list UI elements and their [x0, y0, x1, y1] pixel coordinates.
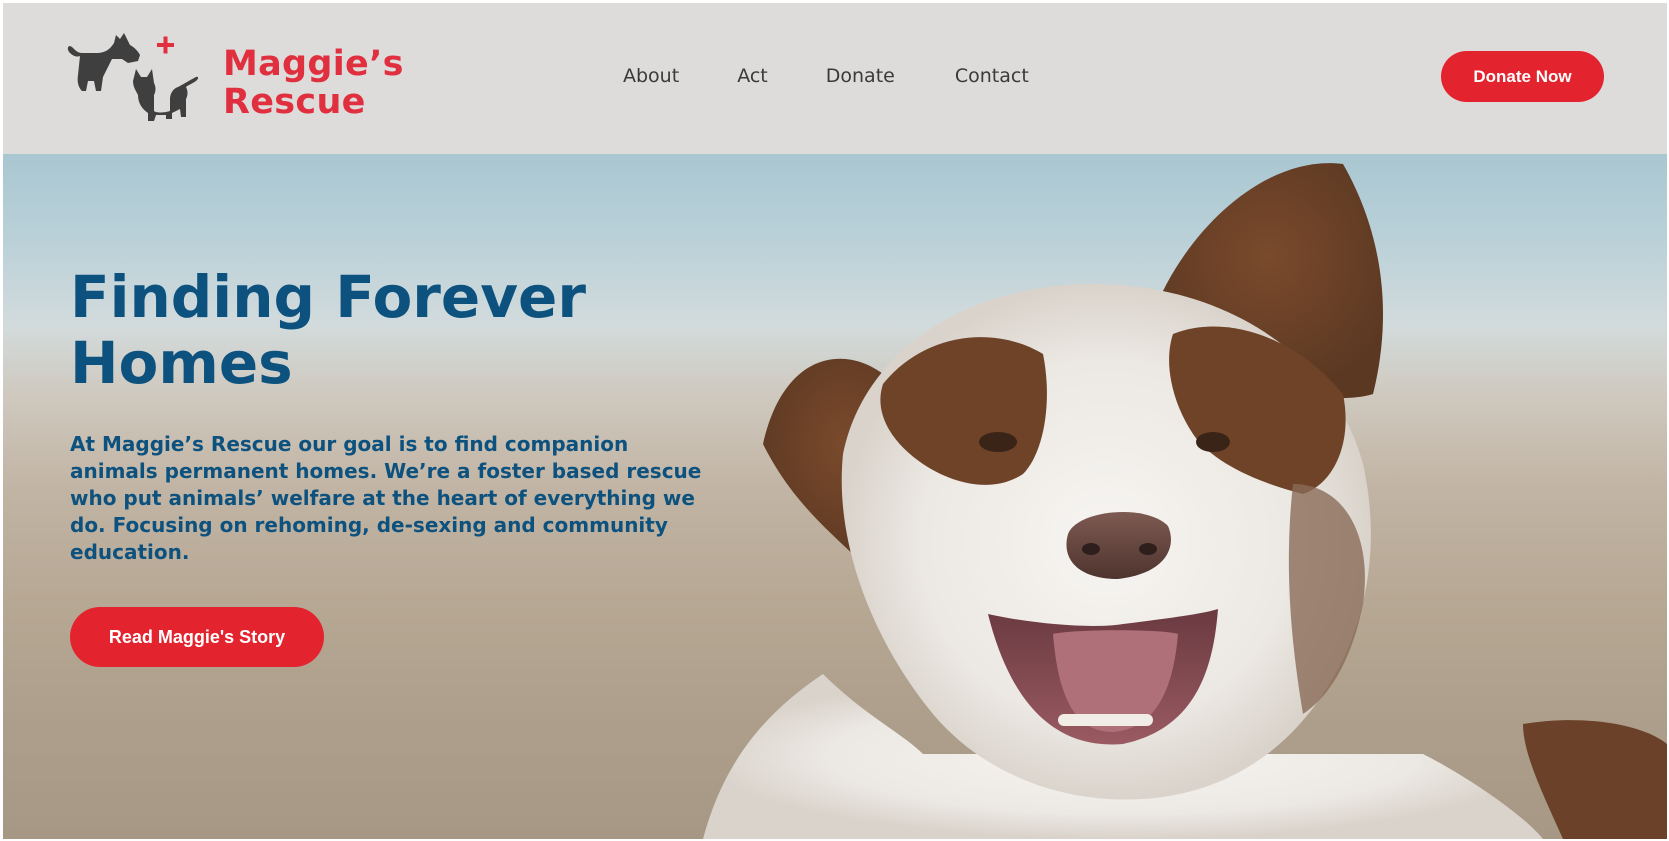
hero-title-line-1: Finding Forever: [70, 263, 586, 331]
hero-title: Finding Forever Homes: [70, 264, 630, 396]
main-nav: About Act Donate Contact: [623, 65, 1029, 87]
nav-item-act[interactable]: Act: [737, 65, 768, 87]
logo-text: Maggie’s Rescue: [223, 45, 404, 121]
dog-cat-cross-icon: [67, 33, 199, 121]
read-story-button[interactable]: Read Maggie's Story: [70, 607, 324, 667]
nav-item-about[interactable]: About: [623, 65, 679, 87]
hero-description: At Maggie’s Rescue our goal is to find c…: [70, 432, 702, 564]
nav-item-donate[interactable]: Donate: [826, 65, 895, 87]
site-header: Maggie’s Rescue About Act Donate Contact…: [3, 3, 1667, 154]
hero-title-line-2: Homes: [70, 329, 293, 397]
logo-link[interactable]: Maggie’s Rescue: [66, 29, 404, 129]
hero-section: Finding Forever Homes At Maggie’s Rescue…: [3, 154, 1667, 839]
donate-now-button[interactable]: Donate Now: [1441, 51, 1604, 102]
page: Maggie’s Rescue About Act Donate Contact…: [3, 3, 1667, 839]
logo-line-2: Rescue: [223, 82, 366, 122]
logo-line-1: Maggie’s: [223, 44, 404, 84]
nav-item-contact[interactable]: Contact: [955, 65, 1029, 87]
